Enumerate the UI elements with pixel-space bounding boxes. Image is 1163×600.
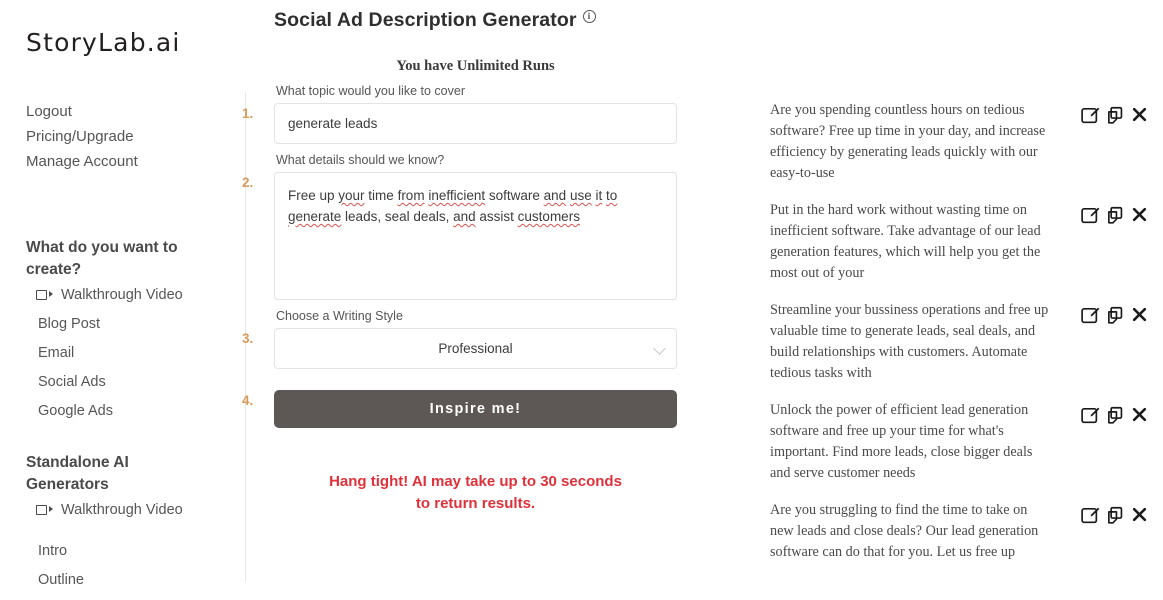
- sidebar-item-label: Walkthrough Video: [61, 287, 183, 303]
- copy-icon[interactable]: [1106, 406, 1125, 425]
- video-camera-icon: [36, 504, 53, 517]
- result-actions: [1081, 106, 1148, 125]
- edit-icon[interactable]: [1081, 406, 1100, 425]
- sidebar-item-label: Walkthrough Video: [61, 502, 183, 518]
- writing-style-field-row: 3. Professional: [242, 328, 761, 369]
- result-actions: [1081, 506, 1148, 525]
- result-text: Are you struggling to find the time to t…: [770, 502, 1039, 560]
- info-icon[interactable]: i: [582, 10, 596, 23]
- runs-notice: You have Unlimited Runs: [396, 58, 555, 74]
- sidebar-heading-create: What do you want to create?: [26, 239, 178, 278]
- app-root: StoryLab.ai Logout Pricing/Upgrade Manag…: [0, 0, 1163, 588]
- loading-warning: Hang tight! AI may take up to 30 seconds…: [274, 471, 677, 515]
- details-textarea[interactable]: Free up your time from inefficient softw…: [274, 172, 677, 300]
- step-number-3: 3.: [242, 331, 254, 346]
- close-icon[interactable]: [1131, 506, 1148, 523]
- sidebar-item-standalone-walkthrough-video[interactable]: Walkthrough Video: [0, 496, 246, 525]
- result-text: Unlock the power of efficient lead gener…: [770, 402, 1033, 481]
- close-icon[interactable]: [1131, 106, 1148, 123]
- sidebar-item-intro[interactable]: Intro: [0, 537, 246, 566]
- sidebar-item-walkthrough-video[interactable]: Walkthrough Video: [0, 281, 246, 310]
- sidebar-item-outline[interactable]: Outline: [0, 566, 246, 595]
- sidebar-item-blog-post[interactable]: Blog Post: [0, 310, 246, 339]
- sidebar-item-email[interactable]: Email: [0, 339, 246, 368]
- result-text: Streamline your bussiness operations and…: [770, 302, 1049, 381]
- page-title-text: Social Ad Description Generator: [274, 9, 577, 31]
- loading-warning-line-2: to return results.: [415, 495, 536, 512]
- edit-icon[interactable]: [1081, 306, 1100, 325]
- step-number-4: 4.: [242, 393, 254, 408]
- topic-field-row: 1.: [242, 103, 761, 144]
- sidebar-item-google-ads[interactable]: Google Ads: [0, 397, 246, 426]
- loading-warning-line-1: Hang tight! AI may take up to 30 seconds: [329, 473, 622, 490]
- result-item: Are you spending countless hours on tedi…: [770, 100, 1163, 200]
- result-actions: [1081, 206, 1148, 225]
- video-camera-icon: [36, 289, 53, 302]
- writing-style-field-label: Choose a Writing Style: [276, 309, 403, 323]
- close-icon[interactable]: [1131, 406, 1148, 423]
- sidebar-item-pricing-upgrade[interactable]: Pricing/Upgrade: [26, 124, 246, 149]
- result-item: Are you struggling to find the time to t…: [770, 500, 1163, 600]
- sidebar-item-manage-account[interactable]: Manage Account: [26, 149, 246, 174]
- sidebar: StoryLab.ai Logout Pricing/Upgrade Manag…: [0, 0, 246, 588]
- page-title: Social Ad Description Generator i: [274, 9, 761, 32]
- step-number-2: 2.: [242, 175, 254, 190]
- result-actions: [1081, 306, 1148, 325]
- sidebar-item-social-ads[interactable]: Social Ads: [0, 368, 246, 397]
- brand-logo[interactable]: StoryLab.ai: [0, 0, 246, 57]
- close-icon[interactable]: [1131, 206, 1148, 223]
- topic-field-label: What topic would you like to cover: [276, 84, 465, 98]
- copy-icon[interactable]: [1106, 306, 1125, 325]
- close-icon[interactable]: [1131, 306, 1148, 323]
- results-panel: Are you spending countless hours on tedi…: [761, 0, 1163, 582]
- sidebar-heading-standalone: Standalone AI Generators: [26, 454, 129, 493]
- details-field-row: 2. Free up your time from inefficient so…: [242, 172, 761, 300]
- submit-row: 4. Inspire me!: [242, 390, 761, 428]
- writing-style-value: Professional: [438, 341, 513, 356]
- copy-icon[interactable]: [1106, 506, 1125, 525]
- sidebar-item-logout[interactable]: Logout: [26, 99, 246, 124]
- result-text: Put in the hard work without wasting tim…: [770, 202, 1041, 281]
- result-item: Streamline your bussiness operations and…: [770, 300, 1163, 400]
- edit-icon[interactable]: [1081, 506, 1100, 525]
- result-text: Are you spending countless hours on tedi…: [770, 102, 1046, 181]
- step-number-1: 1.: [242, 106, 254, 121]
- details-field-label: What details should we know?: [276, 153, 445, 167]
- copy-icon[interactable]: [1106, 206, 1125, 225]
- generator-form-panel: Social Ad Description Generator i You ha…: [242, 0, 761, 582]
- edit-icon[interactable]: [1081, 106, 1100, 125]
- result-item: Put in the hard work without wasting tim…: [770, 200, 1163, 300]
- result-actions: [1081, 406, 1148, 425]
- inspire-me-button[interactable]: Inspire me!: [274, 390, 677, 428]
- writing-style-select-wrapper: Professional: [274, 328, 677, 369]
- edit-icon[interactable]: [1081, 206, 1100, 225]
- writing-style-select[interactable]: Professional: [274, 328, 677, 369]
- account-links: Logout Pricing/Upgrade Manage Account: [0, 99, 246, 174]
- copy-icon[interactable]: [1106, 106, 1125, 125]
- result-item: Unlock the power of efficient lead gener…: [770, 400, 1163, 500]
- topic-input[interactable]: [274, 103, 677, 144]
